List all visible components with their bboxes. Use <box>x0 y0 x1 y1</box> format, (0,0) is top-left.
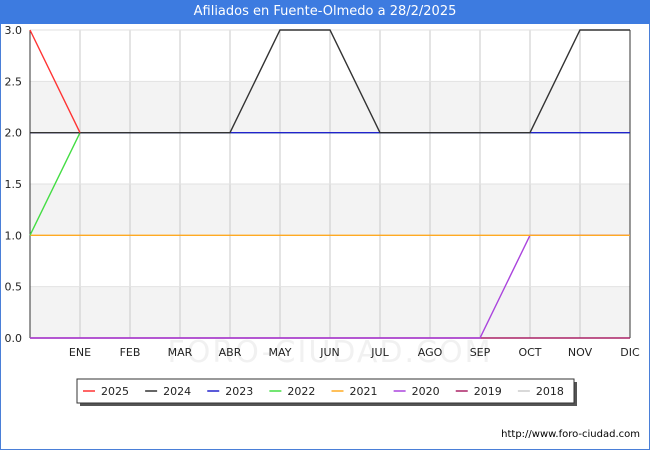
y-tick-label: 2.5 <box>5 75 23 88</box>
line-chart: FORO-CIUDAD.COM0.00.51.01.52.02.53.0ENE F… <box>5 24 640 406</box>
x-tick-label: FEB <box>120 346 141 359</box>
source-url: http://www.foro-ciudad.com <box>501 429 640 440</box>
legend-label-2019: 2019 <box>474 385 502 398</box>
legend-label-2024: 2024 <box>163 385 191 398</box>
legend-label-2025: 2025 <box>101 385 129 398</box>
legend-label-2022: 2022 <box>287 385 315 398</box>
legend-label-2020: 2020 <box>412 385 440 398</box>
x-tick-label: SEP <box>470 346 491 359</box>
legend-label-2021: 2021 <box>350 385 378 398</box>
x-tick-label: ENE <box>69 346 91 359</box>
legend-label-2018: 2018 <box>536 385 564 398</box>
x-tick-label: MAY <box>269 346 292 359</box>
legend-label-2023: 2023 <box>225 385 253 398</box>
x-tick-label: MAR <box>168 346 193 359</box>
x-tick-label: ABR <box>219 346 242 359</box>
y-tick-label: 1.5 <box>5 178 23 191</box>
y-tick-label: 2.0 <box>5 127 23 140</box>
y-tick-label: 0.0 <box>5 332 23 345</box>
x-tick-label: OCT <box>518 346 541 359</box>
y-tick-label: 1.0 <box>5 229 23 242</box>
y-tick-label: 0.5 <box>5 281 23 294</box>
x-tick-label: NOV <box>568 346 593 359</box>
x-tick-label: JUL <box>370 346 389 359</box>
x-tick-label: AGO <box>418 346 443 359</box>
x-tick-label: JUN <box>319 346 340 359</box>
x-tick-label: DIC <box>620 346 640 359</box>
y-tick-label: 3.0 <box>5 24 23 37</box>
